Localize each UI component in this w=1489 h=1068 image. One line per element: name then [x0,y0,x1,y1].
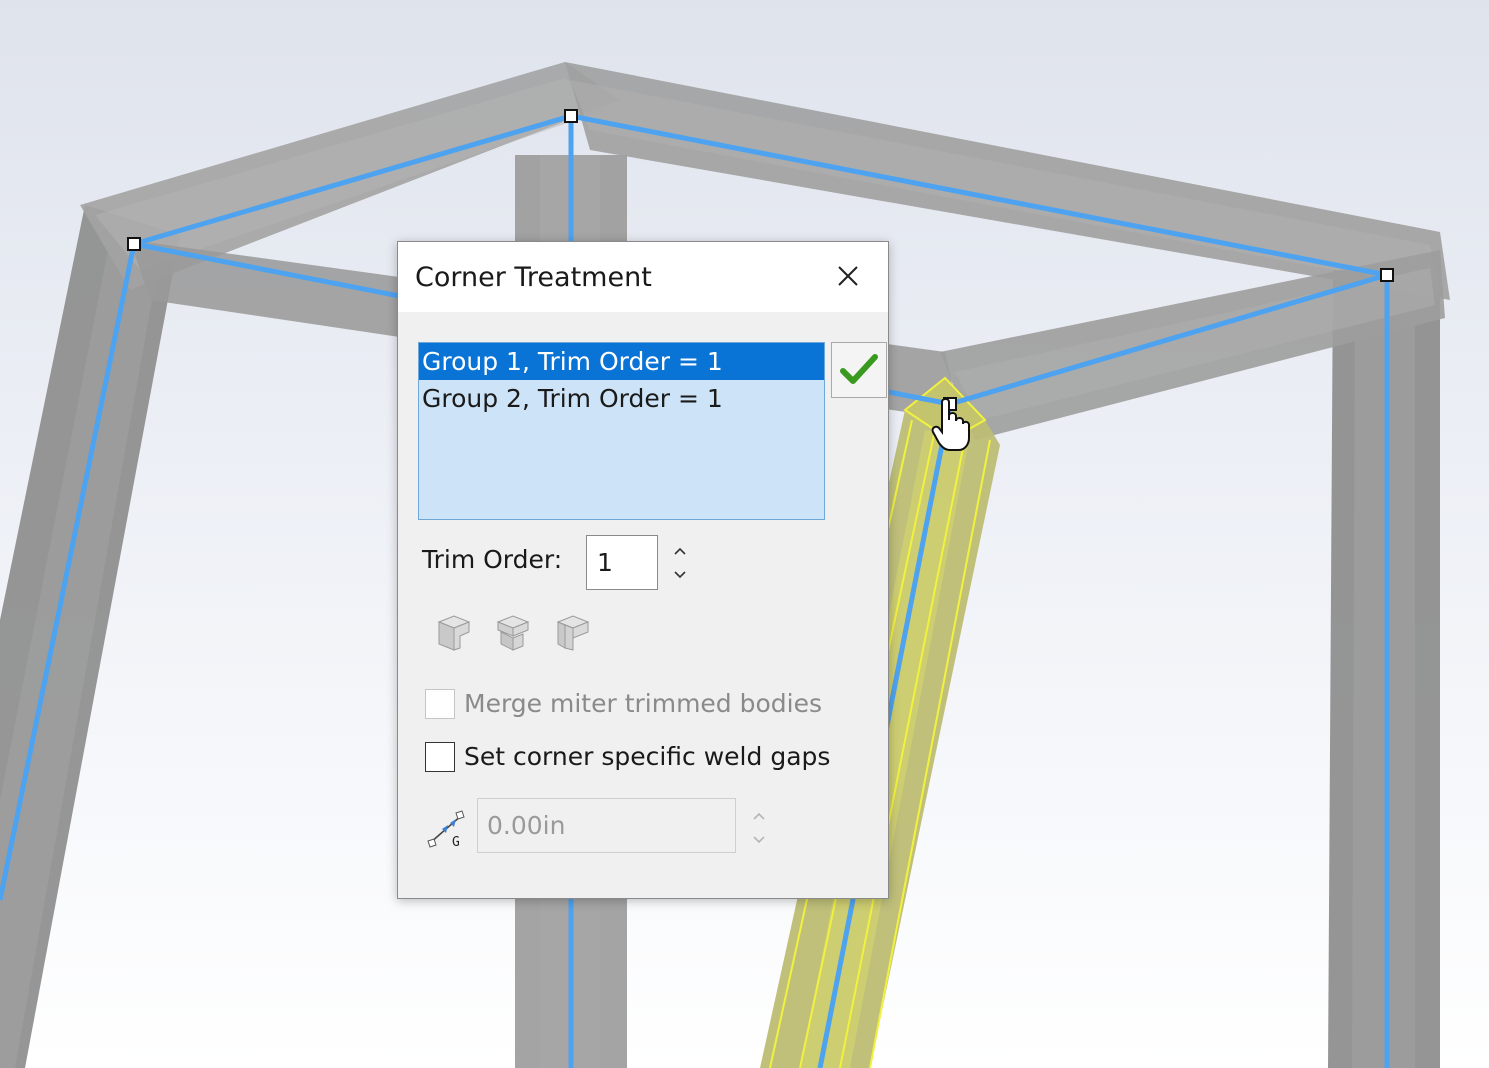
chevron-down-icon [753,836,765,844]
end-miter-icon [437,615,471,651]
chevron-down-icon [674,571,686,579]
weld-gap-decrement[interactable] [749,829,769,851]
weld-gap-icon: G [426,807,466,851]
close-icon [838,266,858,286]
weld-gap-label: Set corner specific weld gaps [464,742,831,771]
vertex-back [564,109,578,123]
frame-member-right-post[interactable] [1328,262,1440,1068]
weld-gap-input[interactable] [477,798,736,853]
list-item-group-2[interactable]: Group 2, Trim Order = 1 [419,380,824,417]
close-button[interactable] [826,256,870,296]
merge-miter-checkbox[interactable] [425,689,455,719]
group-list[interactable]: Group 1, Trim Order = 1 Group 2, Trim Or… [418,342,825,520]
vertex-left [127,237,141,251]
frame-member-left-leg[interactable] [0,205,180,1068]
trim-order-decrement[interactable] [670,564,690,586]
chevron-up-icon [674,547,686,555]
end-butt2-icon [556,615,590,651]
list-item-group-1[interactable]: Group 1, Trim Order = 1 [419,343,824,380]
trim-order-input[interactable] [586,535,658,590]
ok-button[interactable] [831,342,887,398]
vertex-right [1380,268,1394,282]
weld-gap-checkbox[interactable] [425,742,455,772]
dialog-title: Corner Treatment [415,262,652,293]
weld-gap-icon-letter: G [452,835,460,850]
checkmark-icon [840,354,878,384]
chevron-up-icon [753,812,765,820]
weld-gap-increment[interactable] [749,805,769,827]
end-butt1-button[interactable] [495,612,531,654]
trim-order-label: Trim Order: [422,545,563,574]
end-butt1-icon [496,615,530,651]
merge-miter-label: Merge miter trimmed bodies [464,689,823,718]
end-miter-button[interactable] [436,612,472,654]
dialog-title-bar: Corner Treatment [398,242,888,312]
trim-order-increment[interactable] [670,540,690,562]
end-butt2-button[interactable] [555,612,591,654]
corner-treatment-dialog: Corner Treatment Group 1, Trim Order = 1… [397,241,889,899]
